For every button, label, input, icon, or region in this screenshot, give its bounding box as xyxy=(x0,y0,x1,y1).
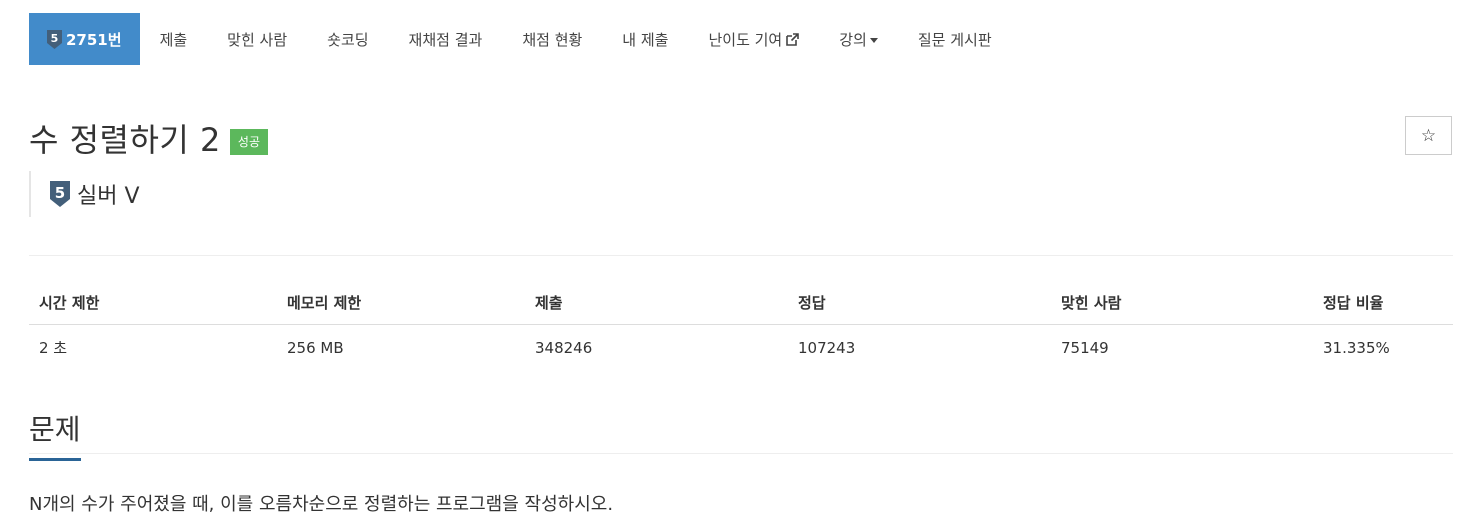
time-limit-cell: 2 초 xyxy=(39,339,68,357)
status-badge: 성공 xyxy=(229,129,268,155)
tab-solved-users[interactable]: 맞힌 사람 xyxy=(207,13,307,65)
tab-label: 맞힌 사람 xyxy=(227,30,288,49)
caret-down-icon xyxy=(869,37,878,43)
table-header-row: 시간 제한 메모리 제한 제출 정답 맞힌 사람 정답 비율 xyxy=(29,280,1453,325)
tab-short-coding[interactable]: 숏코딩 xyxy=(307,13,388,65)
tab-label: 제출 xyxy=(159,30,188,49)
accept-ratio-cell: 31.335% xyxy=(1323,338,1390,357)
svg-text:5: 5 xyxy=(51,32,59,45)
problem-tier: 5 실버 V xyxy=(29,171,140,217)
problem-title: 수 정렬하기 2 xyxy=(29,121,221,159)
tab-judge-status[interactable]: 채점 현황 xyxy=(502,13,602,65)
problem-description: N개의 수가 주어졌을 때, 이를 오름차순으로 정렬하는 프로그램을 작성하시… xyxy=(29,494,614,515)
section-divider xyxy=(29,255,1453,256)
problem-info-table: 시간 제한 메모리 제한 제출 정답 맞힌 사람 정답 비율 2 초 256 M… xyxy=(29,280,1453,370)
tab-label: 내 제출 xyxy=(622,30,669,49)
solved-users-cell: 75149 xyxy=(1061,338,1109,357)
submissions-cell: 348246 xyxy=(535,338,593,357)
column-header: 메모리 제한 xyxy=(277,280,525,325)
column-header: 정답 비율 xyxy=(1313,280,1453,325)
silver-tier-icon: 5 xyxy=(47,29,62,49)
column-header: 정답 xyxy=(788,280,1051,325)
tab-problem-number[interactable]: 5 2751번 xyxy=(29,13,140,65)
tab-label: 재채점 결과 xyxy=(408,30,483,49)
memory-limit-cell: 256 MB xyxy=(287,338,344,357)
favorite-star-button[interactable]: ☆ xyxy=(1405,116,1452,155)
tab-rejudge-results[interactable]: 재채점 결과 xyxy=(389,13,503,65)
column-header: 시간 제한 xyxy=(29,280,277,325)
tab-label: 2751번 xyxy=(66,30,122,49)
problem-page: 5 2751번 제출 맞힌 사람 숏코딩 재채점 결과 채점 현황 내 제출 난… xyxy=(0,0,1477,528)
tab-label: 숏코딩 xyxy=(327,30,369,49)
tab-label: 강의 xyxy=(839,30,867,49)
problem-menu-tabs: 5 2751번 제출 맞힌 사람 숏코딩 재채점 결과 채점 현황 내 제출 난… xyxy=(29,13,1012,65)
tab-label: 채점 현황 xyxy=(522,30,583,49)
column-header: 맞힌 사람 xyxy=(1051,280,1313,325)
tab-difficulty-contribution[interactable]: 난이도 기여 xyxy=(688,13,819,65)
silver-tier-icon: 5 xyxy=(50,181,70,207)
star-icon: ☆ xyxy=(1420,125,1437,146)
section-divider xyxy=(29,453,1453,454)
tab-lectures[interactable]: 강의 xyxy=(819,13,898,65)
tab-label: 질문 게시판 xyxy=(917,30,992,49)
tab-submit[interactable]: 제출 xyxy=(140,13,208,65)
external-link-icon xyxy=(786,32,800,46)
problem-title-row: 수 정렬하기 2 성공 xyxy=(29,115,268,161)
accepted-cell: 107243 xyxy=(798,338,856,357)
column-header: 제출 xyxy=(525,280,788,325)
table-row: 2 초 256 MB 348246 107243 75149 31.335% xyxy=(29,325,1453,371)
tab-my-submissions[interactable]: 내 제출 xyxy=(602,13,688,65)
tab-label: 난이도 기여 xyxy=(708,30,783,49)
svg-text:5: 5 xyxy=(55,184,65,202)
tier-label: 실버 V xyxy=(77,184,140,209)
tab-question-board[interactable]: 질문 게시판 xyxy=(898,13,1012,65)
